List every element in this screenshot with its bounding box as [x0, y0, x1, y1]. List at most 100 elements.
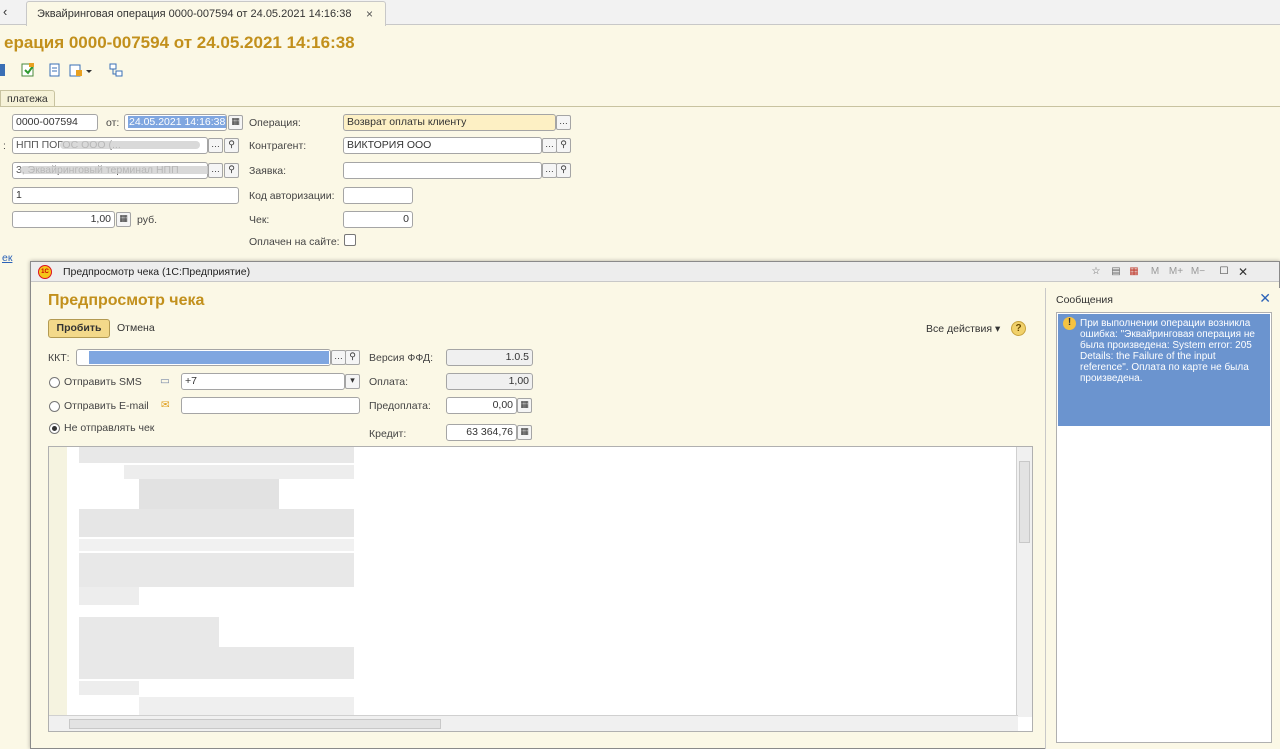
search-icon[interactable]: ⚲ — [556, 163, 571, 178]
chevron-down-icon[interactable] — [84, 62, 94, 78]
chevron-down-icon[interactable]: ▾ — [345, 374, 360, 389]
redacted-overlay — [79, 587, 139, 605]
paid-site-label: Оплачен на сайте: — [249, 236, 340, 248]
operation-field[interactable]: Возврат оплаты клиенту — [343, 114, 556, 131]
divider — [0, 106, 1280, 107]
redacted-overlay — [20, 166, 220, 174]
print-receipt-button[interactable]: Пробить — [48, 319, 110, 338]
vertical-scrollbar[interactable] — [1016, 447, 1032, 717]
auth-code-field[interactable] — [343, 187, 413, 204]
send-email-radio[interactable] — [49, 401, 60, 412]
send-sms-radio[interactable] — [49, 377, 60, 388]
send-sms-label: Отправить SMS — [64, 376, 142, 388]
tab-document[interactable]: Эквайринговая операция 0000-007594 от 24… — [26, 1, 386, 26]
send-email-label: Отправить E-mail — [64, 400, 149, 412]
favorite-icon[interactable]: ☆ — [1089, 265, 1103, 279]
auth-code-label: Код авторизации: — [249, 190, 335, 202]
close-icon[interactable]: × — [366, 7, 373, 21]
search-icon[interactable]: ⚲ — [224, 138, 239, 153]
receipt-preview-window: 1С Предпросмотр чека (1С:Предприятие) ☆ … — [30, 261, 1280, 749]
redacted-overlay — [124, 465, 354, 479]
terminal-select-button[interactable]: … — [208, 163, 223, 178]
side-link[interactable]: ек — [2, 252, 12, 264]
organization-select-button[interactable]: … — [208, 138, 223, 153]
calculator-icon[interactable]: ▦ — [517, 425, 532, 440]
payment-field: 1,00 — [446, 373, 533, 390]
search-icon[interactable]: ⚲ — [224, 163, 239, 178]
credit-field[interactable]: 63 364,76 — [446, 424, 517, 441]
all-actions-menu[interactable]: Все действия ▾ — [926, 323, 1000, 335]
redacted-overlay — [89, 351, 329, 364]
maximize-icon[interactable]: ☐ — [1217, 265, 1231, 279]
date-value: 24.05.2021 14:16:38 — [128, 116, 226, 128]
print-menu-icon[interactable] — [68, 62, 84, 78]
calendar-icon[interactable]: ▦ — [228, 115, 243, 130]
number-field[interactable]: 0000-007594 — [12, 114, 98, 131]
receipt-preview-area[interactable] — [48, 446, 1033, 732]
phone-field[interactable]: +7 — [181, 373, 345, 390]
operation-select-button[interactable]: … — [556, 115, 571, 130]
redacted-overlay — [139, 697, 354, 715]
check-field[interactable]: 0 — [343, 211, 413, 228]
kkt-label: ККТ: — [48, 352, 70, 364]
scroll-thumb[interactable] — [1019, 461, 1030, 543]
messages-list: ! При выполнении операции возникла ошибк… — [1056, 312, 1272, 743]
list-icon[interactable] — [47, 62, 63, 78]
search-icon[interactable]: ⚲ — [345, 350, 360, 365]
no-send-radio[interactable] — [49, 423, 60, 434]
check-label: Чек: — [249, 214, 270, 226]
from-label: от: — [106, 117, 120, 129]
date-field[interactable]: 24.05.2021 14:16:38 — [124, 114, 227, 131]
no-send-label: Не отправлять чек — [64, 422, 155, 434]
redacted-overlay — [79, 553, 354, 587]
memory-mminus-button[interactable]: M− — [1189, 265, 1207, 279]
redacted-overlay — [79, 617, 219, 647]
request-select-button[interactable]: … — [542, 163, 557, 178]
organization-label-prefix: : — [3, 140, 6, 152]
calculator-icon[interactable]: ▦ — [116, 212, 131, 227]
tab-payment[interactable]: платежа — [0, 90, 55, 107]
email-field[interactable] — [181, 397, 360, 414]
scroll-thumb[interactable] — [69, 719, 441, 729]
payment-label: Оплата: — [369, 376, 409, 388]
list-icon[interactable]: ▤ — [1109, 265, 1123, 279]
currency-label: руб. — [137, 214, 158, 226]
redacted-overlay — [79, 509, 354, 537]
tab-bar: ‹ Эквайринговая операция 0000-007594 от … — [0, 0, 1280, 26]
prepay-label: Предоплата: — [369, 400, 431, 412]
request-field[interactable] — [343, 162, 542, 179]
back-icon[interactable]: ‹ — [3, 5, 15, 19]
messages-title: Сообщения — [1056, 294, 1113, 306]
calculator-icon[interactable]: ▦ — [517, 398, 532, 413]
kkt-select-button[interactable]: … — [331, 350, 346, 365]
preview-margin — [49, 447, 67, 731]
calendar-icon[interactable]: ▦ — [1127, 265, 1141, 279]
structure-icon[interactable] — [108, 62, 124, 78]
prepay-field[interactable]: 0,00 — [446, 397, 517, 414]
post-document-icon[interactable] — [20, 62, 36, 78]
close-icon[interactable]: ✕ — [1236, 265, 1250, 279]
help-icon[interactable]: ? — [1011, 321, 1026, 336]
redacted-overlay — [139, 479, 279, 509]
messages-panel: Сообщения ✕ ! При выполнении операции во… — [1045, 288, 1280, 749]
close-icon[interactable]: ✕ — [1259, 290, 1271, 307]
redacted-overlay — [79, 647, 354, 679]
save-icon[interactable] — [0, 62, 16, 78]
redacted-overlay — [79, 539, 354, 551]
cancel-button[interactable]: Отмена — [117, 322, 155, 334]
counterparty-field[interactable]: ВИКТОРИЯ ООО — [343, 137, 542, 154]
redacted-overlay — [79, 681, 139, 695]
horizontal-scrollbar[interactable] — [49, 715, 1018, 731]
window-title: Предпросмотр чека (1С:Предприятие) — [63, 266, 251, 278]
paid-site-checkbox[interactable] — [344, 234, 356, 246]
app-logo-icon: 1С — [38, 265, 52, 279]
amount-field[interactable]: 1,00 — [12, 211, 115, 228]
counterparty-select-button[interactable]: … — [542, 138, 557, 153]
field-one[interactable]: 1 — [12, 187, 239, 204]
search-icon[interactable]: ⚲ — [556, 138, 571, 153]
memory-m-button[interactable]: M — [1148, 265, 1162, 279]
warning-icon: ! — [1063, 317, 1076, 330]
list-item[interactable]: ! При выполнении операции возникла ошибк… — [1058, 314, 1270, 426]
memory-mplus-button[interactable]: M+ — [1167, 265, 1185, 279]
sms-icon: ▭ — [160, 375, 170, 387]
